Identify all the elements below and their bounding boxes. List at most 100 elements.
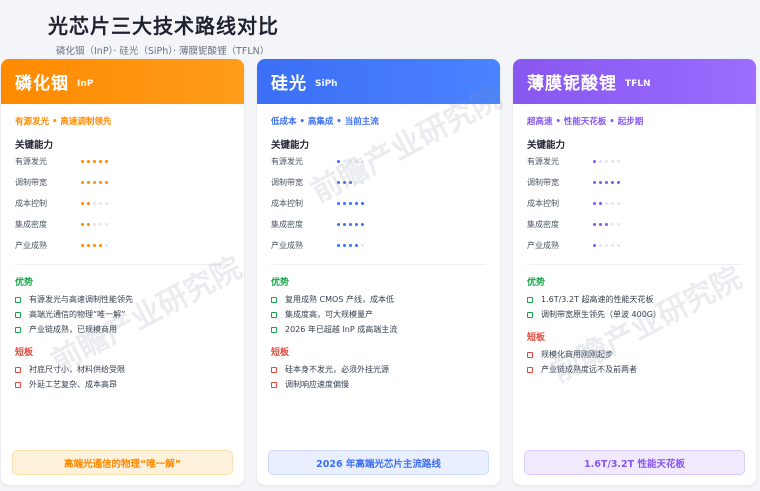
rating-dot (105, 202, 108, 205)
rating-dot (337, 181, 340, 184)
section-divider (15, 264, 230, 265)
rating-dot (361, 244, 364, 247)
rating-dots (337, 244, 367, 247)
rating-dot (349, 181, 352, 184)
pro-text: 产业链成熟，已规模商用 (29, 325, 117, 334)
rating-dot (617, 202, 620, 205)
capability-row: 产业成熟 (15, 235, 230, 256)
cons-heading: 短板 (15, 348, 34, 358)
rating-dots (337, 181, 367, 184)
card-summary-badge: 2026 年高端光芯片主流路线 (268, 450, 489, 475)
capability-label: 有源发光 (15, 157, 47, 166)
checkbox-icon (271, 366, 277, 373)
rating-dot (343, 160, 346, 163)
list-item: 衬底尺寸小，材料供给受限 (15, 362, 230, 377)
rating-dot (105, 223, 108, 226)
rating-dot (355, 181, 358, 184)
rating-dot (349, 223, 352, 226)
rating-dots (337, 223, 367, 226)
pro-text: 调制带宽原生领先（单波 400G） (541, 310, 662, 319)
rating-dot (343, 223, 346, 226)
list-item: 1.6T/3.2T 超高速的性能天花板 (527, 292, 742, 307)
rating-dot (593, 202, 596, 205)
rating-dot (81, 223, 84, 226)
card-body: 低成本 • 高集成 • 当前主流 关键能力 有源发光 调制带宽 成本控制 集成密度 产业成熟… (257, 104, 500, 392)
card-tagline: 低成本 • 高集成 • 当前主流 (271, 117, 379, 127)
rating-dot (605, 223, 608, 226)
rating-dot (93, 223, 96, 226)
rating-dot (611, 181, 614, 184)
list-item: 有源发光与高速调制性能领先 (15, 292, 230, 307)
card-title: 硅光 (271, 74, 307, 94)
con-text: 规模化商用刚刚起步 (541, 350, 613, 359)
capability-row: 成本控制 (15, 193, 230, 214)
con-text: 外延工艺复杂、成本高昂 (29, 380, 117, 389)
checkbox-icon (15, 326, 21, 333)
rating-dots (593, 223, 623, 226)
card-grid: 磷化铟 InP 有源发光 • 高速调制领先 关键能力 有源发光 调制带宽 成本控制 集成密度产… (0, 59, 760, 485)
card-header: 薄膜铌酸锂 TFLN (513, 59, 756, 104)
rating-dot (343, 244, 346, 247)
rating-dots (593, 181, 623, 184)
cons-heading: 短板 (271, 348, 290, 358)
capability-row: 有源发光 (527, 151, 742, 172)
checkbox-icon (271, 311, 277, 318)
page-title: 光芯片三大技术路线对比 (48, 14, 279, 38)
rating-dots (81, 160, 111, 163)
rating-dot (343, 181, 346, 184)
con-text: 硅本身不发光，必须外挂光源 (285, 365, 389, 374)
card-siph: 硅光 SiPh 低成本 • 高集成 • 当前主流 关键能力 有源发光 调制带宽 成本控制 集成… (257, 59, 500, 485)
capability-label: 集成密度 (271, 220, 303, 229)
rating-dot (617, 181, 620, 184)
capability-label: 有源发光 (527, 157, 559, 166)
rating-dot (617, 244, 620, 247)
rating-dot (105, 160, 108, 163)
capability-row: 集成密度 (15, 214, 230, 235)
card-body: 超高速 • 性能天花板 • 起步期 关键能力 有源发光 调制带宽 成本控制 集成密度 产业成… (513, 104, 756, 377)
card-title: 薄膜铌酸锂 (527, 74, 617, 94)
rating-dot (361, 202, 364, 205)
list-item: 外延工艺复杂、成本高昂 (15, 377, 230, 392)
capability-label: 调制带宽 (527, 178, 559, 187)
rating-dot (593, 244, 596, 247)
rating-dot (605, 244, 608, 247)
rating-dot (599, 244, 602, 247)
pros-heading: 优势 (15, 278, 34, 288)
pro-text: 集成度高，可大规模量产 (285, 310, 373, 319)
rating-dots (81, 244, 111, 247)
capability-row: 调制带宽 (15, 172, 230, 193)
cons-list: 规模化商用刚刚起步 产业链成熟度远不及前两者 (527, 347, 742, 377)
list-item: 调制响应速度偏慢 (271, 377, 486, 392)
capability-label: 产业成熟 (271, 241, 303, 250)
rating-dots (81, 181, 111, 184)
pro-text: 复用成熟 CMOS 产线，成本低 (285, 295, 394, 304)
pro-text: 有源发光与高速调制性能领先 (29, 295, 133, 304)
capability-label: 产业成熟 (15, 241, 47, 250)
rating-dot (93, 244, 96, 247)
capability-label: 成本控制 (15, 199, 47, 208)
capability-label: 产业成熟 (527, 241, 559, 250)
capability-heading: 关键能力 (15, 140, 54, 151)
capability-label: 集成密度 (15, 220, 47, 229)
pros-list: 复用成熟 CMOS 产线，成本低 集成度高，可大规模量产 2026 年已超越 InP… (271, 292, 486, 337)
rating-dot (599, 202, 602, 205)
card-body: 有源发光 • 高速调制领先 关键能力有源发光调制带宽成本控制集成密度产业成熟优势有… (1, 104, 244, 392)
card-abbreviation: TFLN (625, 78, 651, 89)
checkbox-icon (527, 311, 533, 318)
card-tagline: 有源发光 • 高速调制领先 (15, 117, 112, 127)
rating-dot (593, 160, 596, 163)
checkbox-icon (527, 351, 533, 358)
capability-row: 成本控制 (271, 193, 486, 214)
capability-label: 调制带宽 (15, 178, 47, 187)
rating-dot (349, 244, 352, 247)
section-divider (527, 264, 742, 265)
list-item: 集成度高，可大规模量产 (271, 307, 486, 322)
rating-dot (599, 223, 602, 226)
rating-dots (337, 202, 367, 205)
capability-label: 集成密度 (527, 220, 559, 229)
rating-dot (337, 223, 340, 226)
rating-dots (81, 202, 111, 205)
card-inp: 磷化铟 InP 有源发光 • 高速调制领先 关键能力 有源发光 调制带宽 成本控制 集成密度产… (1, 59, 244, 485)
rating-dots (81, 223, 111, 226)
checkbox-icon (15, 296, 21, 303)
